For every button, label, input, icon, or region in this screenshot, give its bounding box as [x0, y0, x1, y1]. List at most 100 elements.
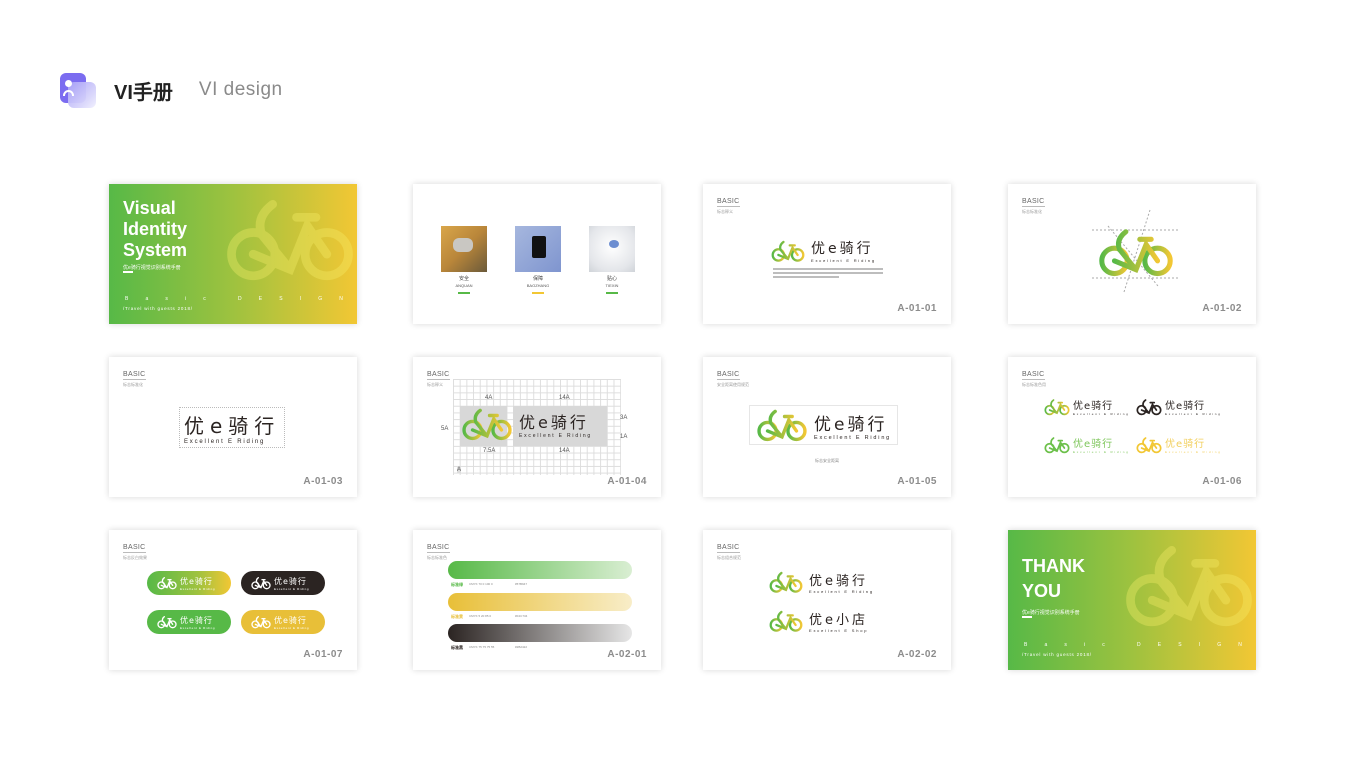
- slide-a-01-02[interactable]: BASIC 标志标准化 A-01-02: [1008, 184, 1256, 324]
- logo-variant-green: 优e骑行 Excellent E Riding: [1044, 435, 1130, 454]
- basic-design-text: BasicDESIGN: [1024, 642, 1244, 648]
- logo-pill-green: 优e骑行 Excellent E Riding: [147, 610, 231, 634]
- slide-a-01-01[interactable]: BASIC 标志释义 优e骑行 Excellent E Riding A-01-…: [703, 184, 951, 324]
- page-code: A-01-07: [303, 649, 343, 660]
- cover-subtitle: 优e骑行视觉识别系统手册: [123, 265, 181, 271]
- logo-pill-yellow: 优e骑行 Excellent E Riding: [241, 610, 325, 634]
- slide-a-02-01[interactable]: BASIC 标志标准色 标准绿 CMYK 70 0 100 0 #57B947 …: [413, 530, 661, 670]
- bicycle-icon: [461, 407, 513, 441]
- photo-lock: [441, 226, 487, 272]
- slide-a-02-02[interactable]: BASIC 标志组合规范 优e骑行 Excellent E Riding 优e小店…: [703, 530, 951, 670]
- grid-label: 5A: [441, 426, 449, 432]
- value-label: 贴心: [606, 276, 617, 282]
- photo-phone: [515, 226, 561, 272]
- basic-sub: 标志标准化: [1022, 209, 1042, 214]
- logo-pill-gradient: 优e骑行 Excellent E Riding: [147, 571, 231, 595]
- page-code: A-02-01: [607, 649, 647, 660]
- value-bar: [606, 292, 618, 294]
- grid-label: A: [457, 467, 462, 473]
- slide-values[interactable]: 安全 ANQUAN 保障 BAOZHANG 贴心 TIEXIN: [413, 184, 661, 324]
- page-header: VI手册 VI design: [58, 72, 283, 108]
- color-swatch-yellow: [448, 593, 632, 611]
- swatch-name: 标准黑: [451, 645, 463, 650]
- thanks-title: THANK YOU: [1022, 556, 1085, 601]
- slide-a-01-04[interactable]: BASIC 标志释义 优e骑行 Excellent E Riding 4A 14…: [413, 357, 661, 497]
- logo-construction-diagram: [1092, 209, 1178, 293]
- value-bar: [532, 292, 544, 294]
- value-en: BAOZHANG: [526, 283, 550, 288]
- brand-logo: 优e骑行 Excellent E Riding: [461, 407, 592, 441]
- swatch-meta: CMYK 5 20 85 0: [469, 614, 492, 618]
- swatch-hex: #57B947: [515, 582, 528, 586]
- bicycle-icon: [1044, 436, 1070, 454]
- page-subtitle: VI design: [198, 79, 283, 100]
- value-en: TIEXIN: [605, 283, 619, 288]
- bicycle-icon: [251, 615, 271, 629]
- page-code: A-01-03: [303, 476, 343, 487]
- bicycle-icon: [225, 194, 355, 284]
- bicycle-icon: [771, 239, 805, 263]
- basic-label: BASIC: [123, 544, 146, 553]
- logo-description: [773, 268, 883, 280]
- grid-label: 14A: [559, 448, 570, 454]
- slide-a-01-05[interactable]: BASIC 安全距离使用规范 优e骑行 Excellent E Riding 标…: [703, 357, 951, 497]
- basic-sub: 标志释义: [427, 382, 443, 387]
- logo-variant-black: 优e骑行 Excellent E Riding: [1136, 397, 1222, 416]
- bicycle-icon: [157, 615, 177, 629]
- page-title: VI手册: [114, 81, 173, 104]
- slide-cover[interactable]: Visual Identity System 优e骑行视觉识别系统手册 Basi…: [109, 184, 357, 324]
- value-bar: [458, 292, 470, 294]
- bicycle-icon: [1044, 398, 1070, 416]
- basic-design-text: BasicDESIGN: [125, 296, 345, 302]
- basic-sub: 标志反白效果: [123, 555, 147, 560]
- grid-label: 1A: [620, 434, 628, 440]
- page-code: A-01-01: [897, 303, 937, 314]
- logo-variant-full-color: 优e骑行 Excellent E Riding: [1044, 397, 1130, 416]
- grid-label: 14A: [559, 395, 570, 401]
- basic-label: BASIC: [717, 371, 740, 380]
- basic-sub: 标志标准色用: [1022, 382, 1046, 387]
- logo-pill-black: 优e骑行 Excellent E Riding: [241, 571, 325, 595]
- bicycle-icon: [1136, 436, 1162, 454]
- basic-sub: 标志标准色: [427, 555, 447, 560]
- bicycle-icon: [756, 408, 808, 442]
- slide-thank-you[interactable]: THANK YOU 优e骑行视觉识别系统手册 BasicDESIGN /Trav…: [1008, 530, 1256, 670]
- page-code: A-02-02: [897, 649, 937, 660]
- slide-a-01-06[interactable]: BASIC 标志标准色用 优e骑行 Excellent E Riding 优e骑行…: [1008, 357, 1256, 497]
- logo-variant-yellow: 优e骑行 Excellent E Riding: [1136, 435, 1222, 454]
- brand-logo: 优e骑行 Excellent E Riding: [771, 238, 876, 263]
- bicycle-icon: [769, 570, 803, 594]
- wordmark-grid: 优e骑行 Excellent E Riding: [179, 407, 286, 448]
- cover-underline: [123, 271, 133, 273]
- bicycle-icon: [769, 609, 803, 633]
- bicycle-icon: [251, 576, 271, 590]
- page-code: A-01-05: [897, 476, 937, 487]
- basic-label: BASIC: [427, 544, 450, 553]
- basic-sub: 标志标准化: [123, 382, 143, 387]
- bicycle-icon: [1136, 398, 1162, 416]
- bicycle-icon: [157, 576, 177, 590]
- brand-logo-riding: 优e骑行 Excellent E Riding: [769, 570, 874, 594]
- grid-label: 4A: [485, 395, 493, 401]
- basic-label: BASIC: [717, 544, 740, 553]
- travel-text: /Travel with guests 2018/: [1022, 652, 1092, 657]
- thanks-underline: [1022, 616, 1032, 618]
- color-swatch-black: [448, 624, 632, 642]
- travel-text: /Travel with guests 2018/: [123, 306, 193, 311]
- grid-label: 7.5A: [483, 448, 496, 454]
- basic-label: BASIC: [123, 371, 146, 380]
- swatch-meta: CMYK 75 75 75 55: [469, 645, 495, 649]
- basic-sub: 标志组合规范: [717, 555, 741, 560]
- brand-logo: 优e骑行 Excellent E Riding: [749, 405, 899, 445]
- basic-label: BASIC: [1022, 198, 1045, 207]
- photo-flowers: [589, 226, 635, 272]
- page-code: A-01-04: [607, 476, 647, 487]
- slide-a-01-07[interactable]: BASIC 标志反白效果 优e骑行 Excellent E Riding 优e骑行…: [109, 530, 357, 670]
- value-en: ANQUAN: [455, 283, 473, 288]
- swatch-meta: CMYK 70 0 100 0: [469, 582, 493, 586]
- basic-label: BASIC: [717, 198, 740, 207]
- basic-label: BASIC: [427, 371, 450, 380]
- slide-a-01-03[interactable]: BASIC 标志标准化 优e骑行 Excellent E Riding A-01…: [109, 357, 357, 497]
- swatch-name: 标准绿: [451, 582, 463, 587]
- thanks-subtitle: 优e骑行视觉识别系统手册: [1022, 610, 1080, 616]
